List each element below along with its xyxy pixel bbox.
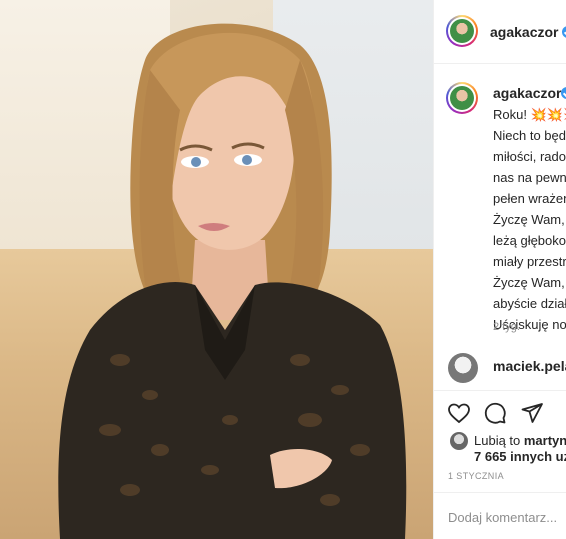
- caption-line: Życzę Wam, a: [493, 212, 566, 227]
- caption-line: leżą głęboko: [493, 233, 566, 248]
- actions-divider: [434, 390, 566, 391]
- likes-line: Lubią to martyna: [474, 433, 566, 448]
- verified-icon: [561, 87, 566, 99]
- caption-line: Roku! 💥💥💥: [493, 107, 566, 122]
- caption-line: Niech to będz: [493, 128, 566, 143]
- caption-line: miały przestrz: [493, 254, 566, 269]
- likes-prefix: Lubią to: [474, 433, 524, 448]
- caption-line: abyście działa: [493, 296, 566, 311]
- caption-line: pełen wrażeń: [493, 191, 566, 206]
- add-comment-placeholder: Dodaj komentarz...: [448, 510, 558, 525]
- post-header: agakaczor: [434, 0, 566, 64]
- add-comment-field[interactable]: Dodaj komentarz...: [434, 492, 566, 539]
- post-sidebar: agakaczor agakaczor Roku! 💥💥💥 Niech to b…: [433, 0, 566, 539]
- author-avatar[interactable]: [446, 15, 478, 47]
- verified-icon: [562, 26, 566, 38]
- caption-line: Życzę Wam, a: [493, 275, 566, 290]
- post-date: 1 STYCZNIA: [448, 471, 505, 481]
- portrait-figure: [58, 23, 407, 539]
- caption-author-username[interactable]: agakaczor: [493, 85, 561, 101]
- post-photo[interactable]: [0, 0, 433, 539]
- share-icon[interactable]: [520, 401, 544, 425]
- post-time-ago[interactable]: 2 tyg.: [493, 321, 520, 333]
- post-caption: Roku! 💥💥💥 Niech to będz miłości, rados n…: [493, 104, 566, 335]
- likes-count[interactable]: 7 665 innych uży: [474, 449, 566, 464]
- author-username[interactable]: agakaczor: [490, 24, 558, 40]
- heart-icon[interactable]: [447, 401, 471, 425]
- caption-line: miłości, rados: [493, 149, 566, 164]
- comment-icon[interactable]: [483, 401, 507, 425]
- caption-line: nas na pewno: [493, 170, 566, 185]
- likes-user[interactable]: martyna: [524, 433, 566, 448]
- likes-avatar[interactable]: [450, 432, 468, 450]
- comment-avatar[interactable]: [448, 353, 478, 383]
- comment-username[interactable]: maciek.pela: [493, 358, 566, 374]
- caption-author-avatar[interactable]: [446, 82, 478, 114]
